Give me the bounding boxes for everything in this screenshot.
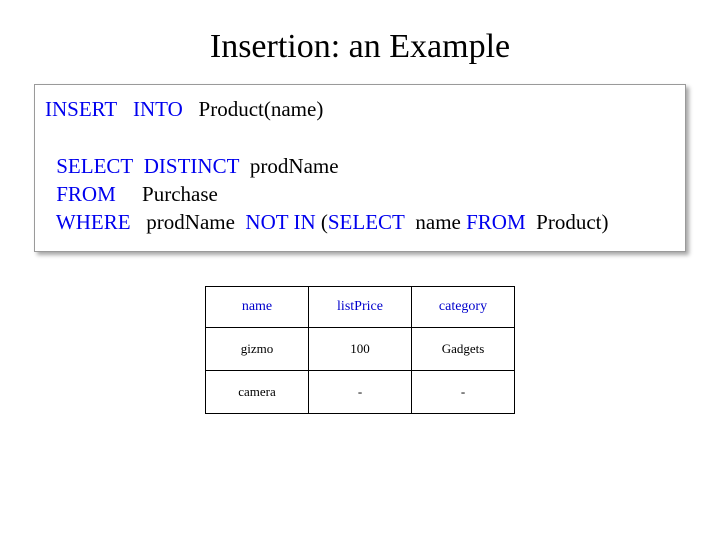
cell: camera [206,370,309,413]
sql-target: Product(name) [199,97,324,121]
cell: Gadgets [412,327,515,370]
kw-insert: INSERT [45,97,117,121]
sql-where-col: prodName [146,210,235,234]
cell: - [309,370,412,413]
kw-from: FROM [56,182,116,206]
sql-line-2: SELECT DISTINCT prodName [45,152,673,180]
sql-sub-col: name [415,210,460,234]
kw-sub-select: SELECT [328,210,405,234]
kw-sub-from: FROM [466,210,526,234]
table-row: gizmo 100 Gadgets [206,327,515,370]
sql-sub-tbl: Product) [536,210,608,234]
sql-line-1: INSERT INTO Product(name) [45,95,673,123]
sql-code-box: INSERT INTO Product(name) SELECT DISTINC… [34,84,686,252]
sql-blank-line [45,123,673,151]
table-wrapper: name listPrice category gizmo 100 Gadget… [0,286,720,414]
slide-title: Insertion: an Example [0,0,720,76]
col-header-category: category [412,286,515,327]
kw-not-in: NOT IN [245,210,315,234]
sql-from-tbl: Purchase [142,182,218,206]
table-row: camera - - [206,370,515,413]
sql-lparen: ( [321,210,328,234]
kw-where: WHERE [56,210,131,234]
cell: 100 [309,327,412,370]
cell: - [412,370,515,413]
col-header-name: name [206,286,309,327]
kw-distinct: DISTINCT [144,154,240,178]
sql-line-3: FROM Purchase [45,180,673,208]
col-header-listprice: listPrice [309,286,412,327]
cell: gizmo [206,327,309,370]
product-table: name listPrice category gizmo 100 Gadget… [205,286,515,414]
sql-line-4: WHERE prodName NOT IN (SELECT name FROM … [45,208,673,236]
sql-select-col: prodName [250,154,339,178]
kw-select: SELECT [56,154,133,178]
slide: Insertion: an Example INSERT INTO Produc… [0,0,720,540]
table-header-row: name listPrice category [206,286,515,327]
kw-into: INTO [133,97,183,121]
